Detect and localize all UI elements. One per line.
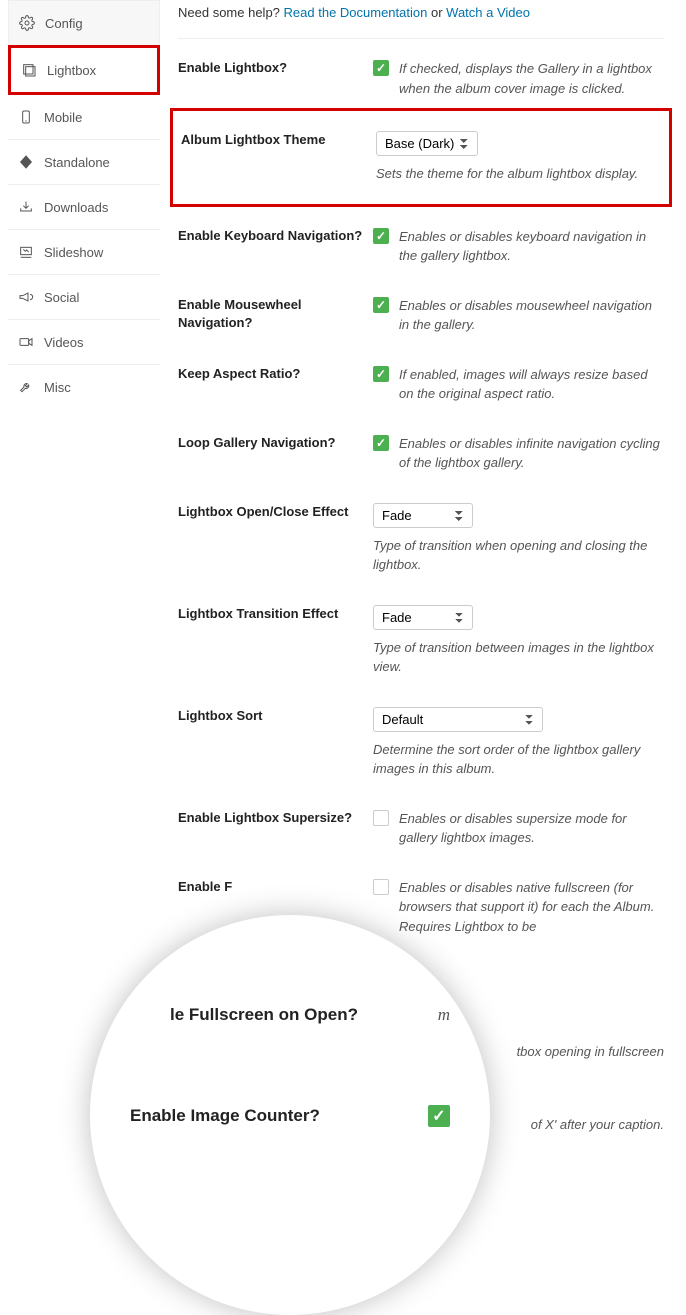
presentation-icon <box>18 244 34 260</box>
mobile-icon <box>18 109 34 125</box>
supersize-checkbox[interactable] <box>373 810 389 826</box>
open-close-select[interactable]: Fade <box>373 503 473 528</box>
setting-label: Lightbox Transition Effect <box>178 605 373 677</box>
setting-desc: Enables or disables keyboard navigation … <box>399 227 664 266</box>
sort-select[interactable]: Default <box>373 707 543 732</box>
image-counter-checkbox[interactable] <box>428 1105 450 1127</box>
partial-text: tbox opening in fullscreen <box>517 1042 664 1062</box>
sidebar-item-label: Social <box>44 290 79 305</box>
sidebar-item-label: Lightbox <box>47 63 96 78</box>
sidebar-item-label: Downloads <box>44 200 108 215</box>
setting-label: Album Lightbox Theme <box>181 131 376 184</box>
diamond-icon <box>18 154 34 170</box>
sidebar-item-downloads[interactable]: Downloads <box>8 185 160 230</box>
mag-fullscreen-label: le Fullscreen on Open? <box>170 1005 358 1025</box>
setting-desc: Type of transition when opening and clos… <box>373 536 664 575</box>
setting-lightbox-sort: Lightbox Sort Default Determine the sort… <box>178 687 664 789</box>
setting-album-theme: Album Lightbox Theme Base (Dark) Sets th… <box>170 108 672 207</box>
setting-transition-effect: Lightbox Transition Effect Fade Type of … <box>178 585 664 687</box>
setting-label: Lightbox Sort <box>178 707 373 779</box>
setting-label: Enable Lightbox Supersize? <box>178 809 373 848</box>
docs-link[interactable]: Read the Documentation <box>284 5 428 20</box>
setting-desc: Enables or disables native fullscreen (f… <box>399 878 664 937</box>
setting-keyboard-nav: Enable Keyboard Navigation? Enables or d… <box>178 207 664 276</box>
help-text: Need some help? Read the Documentation o… <box>178 0 664 39</box>
setting-label: Enable Keyboard Navigation? <box>178 227 373 266</box>
enable-lightbox-checkbox[interactable] <box>373 60 389 76</box>
sidebar-item-label: Slideshow <box>44 245 103 260</box>
sidebar-item-label: Videos <box>44 335 84 350</box>
sidebar-item-config[interactable]: Config <box>8 0 160 45</box>
sidebar-item-label: Config <box>45 16 83 31</box>
setting-desc: If checked, displays the Gallery in a li… <box>399 59 664 98</box>
mag-counter-label: Enable Image Counter? <box>130 1106 320 1126</box>
setting-open-close-effect: Lightbox Open/Close Effect Fade Type of … <box>178 483 664 585</box>
download-icon <box>18 199 34 215</box>
fullscreen-checkbox[interactable] <box>373 879 389 895</box>
sidebar-item-label: Standalone <box>44 155 110 170</box>
wrench-icon <box>18 379 34 395</box>
gear-icon <box>19 15 35 31</box>
sidebar-item-videos[interactable]: Videos <box>8 320 160 365</box>
mousewheel-nav-checkbox[interactable] <box>373 297 389 313</box>
theme-select[interactable]: Base (Dark) <box>376 131 478 156</box>
keyboard-nav-checkbox[interactable] <box>373 228 389 244</box>
setting-mousewheel-nav: Enable Mousewheel Navigation? Enables or… <box>178 276 664 345</box>
setting-desc: Enables or disables infinite navigation … <box>399 434 664 473</box>
video-link[interactable]: Watch a Video <box>446 5 530 20</box>
sidebar-item-lightbox[interactable]: Lightbox <box>8 45 160 95</box>
setting-label: Keep Aspect Ratio? <box>178 365 373 404</box>
video-icon <box>18 334 34 350</box>
setting-loop-nav: Loop Gallery Navigation? Enables or disa… <box>178 414 664 483</box>
setting-label: Enable Mousewheel Navigation? <box>178 296 373 335</box>
setting-desc: Sets the theme for the album lightbox di… <box>376 164 661 184</box>
sidebar-item-label: Misc <box>44 380 71 395</box>
transition-select[interactable]: Fade <box>373 605 473 630</box>
setting-label: Lightbox Open/Close Effect <box>178 503 373 575</box>
setting-desc: If enabled, images will always resize ba… <box>399 365 664 404</box>
mag-partial-right: m <box>438 1005 450 1025</box>
sidebar-item-label: Mobile <box>44 110 82 125</box>
loop-nav-checkbox[interactable] <box>373 435 389 451</box>
setting-enable-lightbox: Enable Lightbox? If checked, displays th… <box>178 39 664 108</box>
setting-label: Loop Gallery Navigation? <box>178 434 373 473</box>
partial-text: of X' after your caption. <box>531 1115 664 1135</box>
magnifier-overlay: le Fullscreen on Open? m Enable Image Co… <box>90 915 490 1315</box>
sidebar-item-misc[interactable]: Misc <box>8 365 160 409</box>
sidebar-item-social[interactable]: Social <box>8 275 160 320</box>
sidebar-item-mobile[interactable]: Mobile <box>8 95 160 140</box>
sidebar-item-standalone[interactable]: Standalone <box>8 140 160 185</box>
setting-desc: Type of transition between images in the… <box>373 638 664 677</box>
setting-supersize: Enable Lightbox Supersize? Enables or di… <box>178 789 664 858</box>
setting-desc: Determine the sort order of the lightbox… <box>373 740 664 779</box>
aspect-ratio-checkbox[interactable] <box>373 366 389 382</box>
sidebar-item-slideshow[interactable]: Slideshow <box>8 230 160 275</box>
setting-label: Enable Lightbox? <box>178 59 373 98</box>
setting-desc: Enables or disables supersize mode for g… <box>399 809 664 848</box>
layers-icon <box>21 62 37 78</box>
megaphone-icon <box>18 289 34 305</box>
setting-desc: Enables or disables mousewheel navigatio… <box>399 296 664 335</box>
setting-aspect-ratio: Keep Aspect Ratio? If enabled, images wi… <box>178 345 664 414</box>
